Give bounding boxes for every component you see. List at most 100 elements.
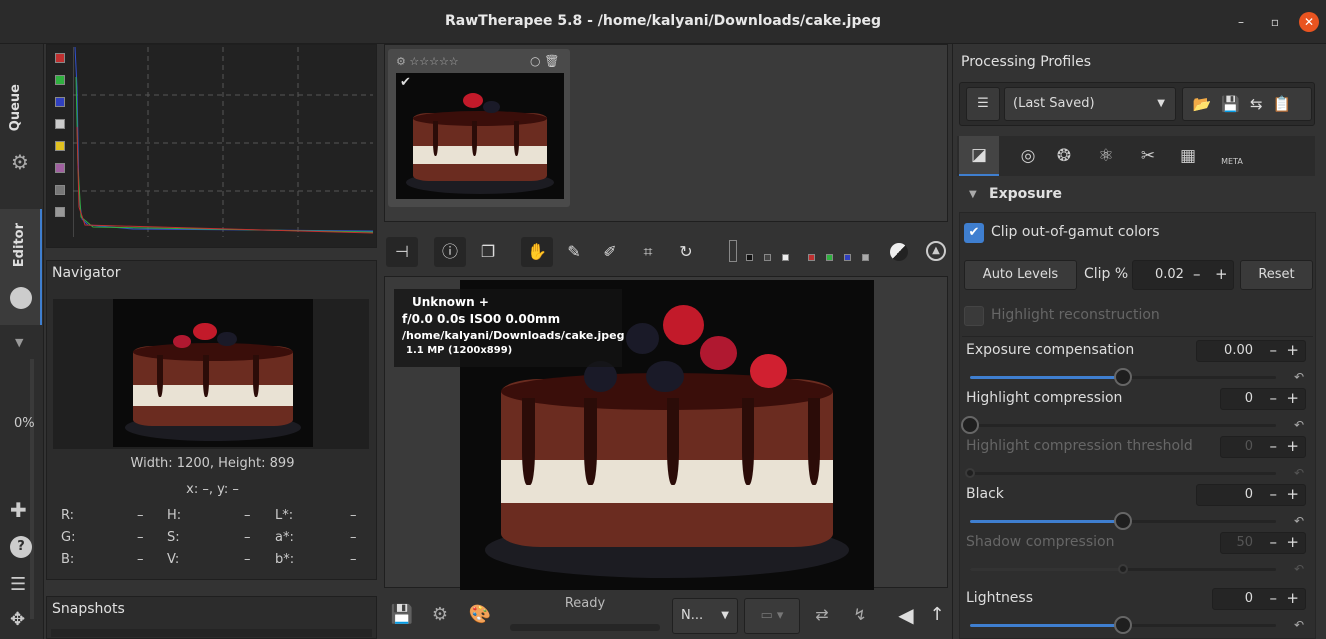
raw-toggle[interactable] xyxy=(55,163,65,173)
detail-tab-icon[interactable]: ◎ xyxy=(1011,136,1045,176)
preview-black-icon[interactable] xyxy=(746,254,753,261)
soft-proof-icon[interactable]: ⇄ xyxy=(806,600,838,630)
intent-select[interactable]: ▭ ▾ xyxy=(744,598,800,634)
preview-luminance-icon[interactable] xyxy=(862,254,869,261)
adjuster-slider[interactable] xyxy=(961,416,1276,434)
adjuster-slider[interactable] xyxy=(970,368,1276,386)
decrement-icon[interactable]: – xyxy=(1270,589,1278,607)
green-channel-toggle[interactable] xyxy=(55,75,65,85)
decrement-icon[interactable]: – xyxy=(1270,485,1278,503)
slider-knob[interactable] xyxy=(1114,512,1132,530)
adjuster-spinner[interactable]: 0.00 – + xyxy=(1196,340,1306,362)
blue-channel-toggle[interactable] xyxy=(55,97,65,107)
profile-select-value: (Last Saved) xyxy=(1013,96,1095,111)
increment-icon[interactable]: + xyxy=(1286,589,1299,607)
exposure-tab-icon[interactable]: ◪ xyxy=(959,136,999,176)
thumbnail-card[interactable]: ⚙ ☆☆☆☆☆ ○ 🗑 ✔ xyxy=(388,49,570,207)
luminance-toggle[interactable] xyxy=(55,119,65,129)
exposure-section-title[interactable]: Exposure xyxy=(989,186,1062,202)
move-icon[interactable]: ✥ xyxy=(10,609,25,630)
before-after-icon[interactable]: ❐ xyxy=(472,237,504,267)
straighten-icon[interactable]: ↻ xyxy=(670,237,702,267)
add-icon[interactable]: ✚ xyxy=(10,498,27,522)
highlight-clip-icon[interactable]: ▲ xyxy=(926,241,946,261)
save-image-icon[interactable]: 💾 xyxy=(386,600,418,630)
clip-spinner[interactable]: 0.02 – + xyxy=(1132,260,1234,290)
preview-gray-icon[interactable] xyxy=(764,254,771,261)
gamut-check-icon[interactable]: ↯ xyxy=(844,600,876,630)
expander-arrow-icon[interactable]: ▼ xyxy=(969,189,977,200)
transform-tab-icon[interactable]: ✂ xyxy=(1131,136,1165,176)
green-label: G: xyxy=(61,530,76,545)
red-channel-toggle[interactable] xyxy=(55,53,65,63)
preferences-icon[interactable]: ☰ xyxy=(10,574,26,595)
reset-slider-icon[interactable]: ↶ xyxy=(1294,418,1304,432)
profile-actions[interactable]: 📂💾⇆📋 xyxy=(1182,87,1312,121)
increment-icon[interactable]: + xyxy=(1286,485,1299,503)
slider-knob[interactable] xyxy=(1114,368,1132,386)
reset-slider-icon[interactable]: ↶ xyxy=(1294,514,1304,528)
highlight-recon-checkbox[interactable] xyxy=(964,306,984,326)
navigator-preview[interactable] xyxy=(53,299,369,449)
main-preview[interactable]: Unknown + f/0.0 0.0s ISO0 0.00mm /home/k… xyxy=(384,276,948,590)
adjuster-spinner[interactable]: 0 – + xyxy=(1212,588,1306,610)
auto-levels-button[interactable]: Auto Levels xyxy=(964,260,1077,290)
collapse-arrow-icon[interactable]: ▼ xyxy=(15,336,23,349)
sync-icon[interactable]: ↑ xyxy=(926,600,948,630)
hand-tool-icon[interactable]: ✋ xyxy=(521,237,553,267)
output-profile-select[interactable]: N... ▼ xyxy=(672,598,738,634)
queue-add-icon[interactable]: ⚙ xyxy=(424,600,456,630)
gear-icon[interactable]: ⚙ xyxy=(11,150,29,174)
preview-green-icon[interactable] xyxy=(826,254,833,261)
shadow-clip-icon[interactable] xyxy=(890,243,908,261)
profile-select[interactable]: (Last Saved) ▼ xyxy=(1004,87,1176,121)
increment-icon[interactable]: + xyxy=(1286,341,1299,359)
reset-slider-icon[interactable]: ↶ xyxy=(1294,370,1304,384)
color-picker-icon[interactable]: ✐ xyxy=(594,237,626,267)
raw-tab-icon[interactable]: ▦ xyxy=(1171,136,1205,176)
external-editor-icon[interactable]: 🎨 xyxy=(464,600,496,630)
adjuster-slider[interactable] xyxy=(970,512,1276,530)
decrement-icon[interactable]: – xyxy=(1270,341,1278,359)
bar-toggle[interactable] xyxy=(55,185,65,195)
clip-gamut-checkbox[interactable]: ✔ xyxy=(964,223,984,243)
close-icon[interactable]: ✕ xyxy=(1299,12,1319,32)
blue-value: – xyxy=(137,552,144,567)
preview-blue-icon[interactable] xyxy=(844,254,851,261)
aperture-icon xyxy=(10,287,32,309)
help-icon[interactable]: ? xyxy=(10,536,32,558)
decrement-icon[interactable]: – xyxy=(1193,265,1201,283)
crop-icon[interactable]: ⌗ xyxy=(632,237,664,267)
advanced-tab-icon[interactable]: ⚛ xyxy=(1089,136,1123,176)
maximize-icon[interactable]: ▫ xyxy=(1267,14,1283,30)
adjuster-slider[interactable] xyxy=(970,616,1276,634)
adjuster-spinner[interactable]: 0 – + xyxy=(1196,484,1306,506)
tab-queue[interactable]: Queue xyxy=(0,84,42,134)
reset-button[interactable]: Reset xyxy=(1240,260,1313,290)
metadata-tab-icon[interactable]: META xyxy=(1215,142,1249,172)
previous-image-icon[interactable]: ◀ xyxy=(890,600,922,630)
info-icon[interactable]: ⓘ xyxy=(434,237,466,267)
hide-panel-icon[interactable]: ⊣ xyxy=(386,237,418,267)
preview-red-icon[interactable] xyxy=(808,254,815,261)
chroma-toggle[interactable] xyxy=(55,141,65,151)
reset-slider-icon[interactable]: ↶ xyxy=(1294,618,1304,632)
slider-knob[interactable] xyxy=(1114,616,1132,634)
reject-icon[interactable]: ○ 🗑 xyxy=(530,54,560,68)
minimize-icon[interactable]: – xyxy=(1233,14,1249,30)
mode-toggle[interactable] xyxy=(55,207,65,217)
rank-stars-icon[interactable]: ⚙ ☆☆☆☆☆ xyxy=(396,55,459,68)
slider-knob[interactable] xyxy=(961,416,979,434)
tab-editor[interactable]: Editor xyxy=(0,209,42,325)
profile-list-icon[interactable]: ☰ xyxy=(966,87,1000,121)
focus-mask-icon[interactable] xyxy=(729,240,737,262)
color-tab-icon[interactable]: ❂ xyxy=(1047,136,1081,176)
adjuster-spinner[interactable]: 0 – + xyxy=(1220,388,1306,410)
white-balance-picker-icon[interactable]: ✎ xyxy=(558,237,590,267)
increment-icon[interactable]: + xyxy=(1215,265,1228,283)
progress-track xyxy=(30,359,34,619)
snapshots-list[interactable] xyxy=(51,629,372,637)
preview-white-icon[interactable] xyxy=(782,254,789,261)
increment-icon[interactable]: + xyxy=(1286,389,1299,407)
decrement-icon[interactable]: – xyxy=(1270,389,1278,407)
